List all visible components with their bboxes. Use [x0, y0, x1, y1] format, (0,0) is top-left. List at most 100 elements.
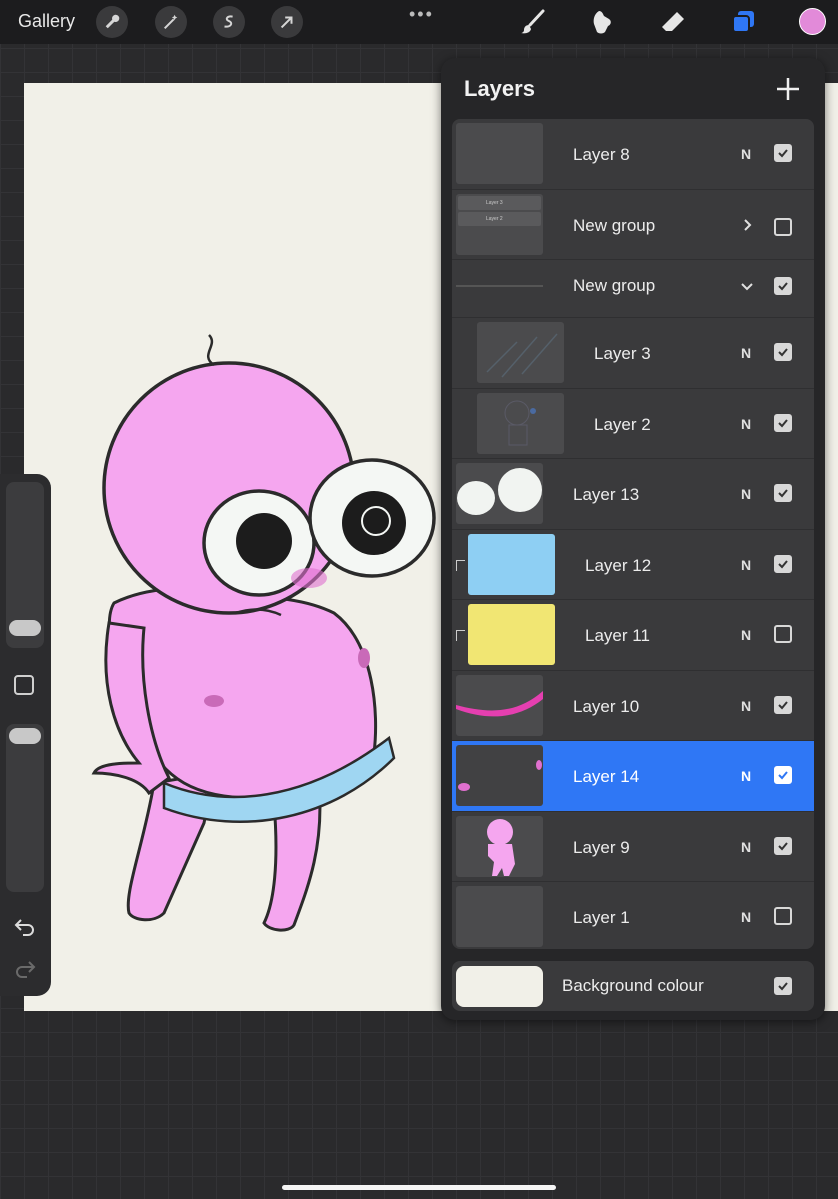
color-picker-button[interactable]	[799, 8, 826, 35]
layer-row[interactable]: Layer 1 N	[452, 882, 814, 949]
layer-thumbnail	[468, 604, 555, 665]
chevron-right-icon[interactable]	[740, 218, 754, 232]
visibility-checkbox[interactable]	[774, 277, 792, 295]
layer-name: Layer 1	[573, 908, 630, 927]
gallery-button[interactable]: Gallery	[18, 11, 75, 32]
visibility-checkbox[interactable]	[774, 977, 792, 995]
layer-name: Layer 2	[594, 414, 651, 434]
layer-row[interactable]: Layer 8 N	[452, 119, 814, 190]
silhouette-thumb	[487, 818, 515, 876]
chevron-down-icon[interactable]	[740, 279, 754, 293]
transform-button[interactable]	[271, 6, 303, 38]
sketch-figure-thumb	[504, 400, 536, 445]
visibility-checkbox[interactable]	[774, 413, 792, 432]
layer-thumbnail	[456, 674, 543, 736]
transform-arrow-icon	[280, 16, 293, 29]
blend-mode-button[interactable]: N	[741, 627, 751, 643]
blend-mode-button[interactable]: N	[741, 345, 751, 361]
background-swatch[interactable]	[456, 966, 543, 1007]
brush-size-thumb[interactable]	[9, 620, 41, 636]
blend-mode-button[interactable]: N	[741, 768, 751, 784]
group-thumb-row: Layer 3	[458, 195, 541, 210]
visibility-checkbox[interactable]	[774, 625, 792, 643]
layer-row[interactable]: Layer 2 N	[452, 389, 814, 459]
sketch-lines-thumb	[486, 333, 558, 378]
visibility-checkbox[interactable]	[774, 907, 792, 925]
check-icon	[778, 489, 788, 498]
layer-row[interactable]: Layer 9 N	[452, 812, 814, 882]
group-divider	[456, 285, 543, 287]
layer-name: Layer 13	[573, 485, 640, 504]
layer-thumbnail	[456, 123, 543, 184]
layer-thumbnail	[456, 463, 543, 524]
home-indicator[interactable]	[282, 1185, 556, 1190]
redo-icon[interactable]	[13, 956, 37, 980]
layer-thumbnail	[456, 815, 543, 877]
layers-icon	[732, 11, 754, 33]
blend-mode-button[interactable]: N	[741, 839, 751, 855]
group-row[interactable]: Layer 3 Layer 2 New group	[452, 190, 814, 260]
visibility-checkbox[interactable]	[774, 695, 792, 714]
layer-name: Layer 10	[573, 696, 640, 716]
stroke-thumb	[456, 690, 543, 716]
visibility-checkbox[interactable]	[774, 217, 792, 236]
visibility-checkbox[interactable]	[774, 766, 792, 784]
opacity-thumb[interactable]	[9, 728, 41, 744]
layer-row[interactable]: Layer 3 N	[452, 318, 814, 389]
more-menu[interactable]: •••	[409, 4, 434, 25]
layer-thumbnail	[456, 886, 543, 947]
eraser-icon	[662, 12, 684, 31]
layer-row[interactable]: Layer 13 N	[452, 459, 814, 530]
layer-list: Layer 8 N Layer 3 Layer 2 New group New …	[452, 119, 814, 949]
check-icon	[778, 418, 788, 427]
layer-thumbnail	[477, 322, 564, 383]
blend-mode-button[interactable]: N	[741, 146, 751, 162]
eraser-button[interactable]	[659, 8, 687, 36]
visibility-checkbox[interactable]	[774, 144, 792, 162]
layer-thumbnail	[477, 392, 564, 454]
layer-name: Layer 12	[585, 555, 652, 575]
blend-mode-button[interactable]: N	[741, 557, 751, 573]
visibility-checkbox[interactable]	[774, 554, 792, 573]
blend-mode-button[interactable]: N	[741, 698, 751, 714]
smudge-icon	[593, 11, 611, 34]
actions-wrench-button[interactable]	[96, 6, 128, 38]
visibility-checkbox[interactable]	[774, 484, 792, 502]
blend-mode-button[interactable]: N	[741, 909, 751, 925]
check-icon	[778, 348, 788, 357]
magic-wand-icon	[163, 14, 178, 30]
brush-size-slider[interactable]	[6, 482, 44, 648]
check-icon	[778, 559, 788, 568]
layer-name: Layer 11	[585, 626, 650, 645]
visibility-checkbox[interactable]	[774, 836, 792, 855]
layer-row-selected[interactable]: Layer 14 N	[452, 741, 814, 812]
group-row[interactable]: New group	[452, 260, 814, 318]
layer-thumbnail	[468, 533, 555, 595]
background-colour-row[interactable]: Background colour	[452, 961, 814, 1011]
layer-name: New group	[573, 215, 656, 235]
brush-button[interactable]	[518, 8, 546, 36]
layer-name: Layer 14	[573, 767, 640, 786]
adjustments-button[interactable]	[155, 6, 187, 38]
selection-button[interactable]	[213, 6, 245, 38]
smudge-button[interactable]	[589, 8, 617, 36]
group-thumbnail: Layer 3 Layer 2	[456, 193, 543, 255]
layer-row[interactable]: Layer 10 N	[452, 671, 814, 741]
opacity-slider[interactable]	[6, 724, 44, 892]
eyes-thumb	[457, 468, 542, 515]
undo-icon[interactable]	[13, 914, 37, 938]
layer-thumbnail	[456, 745, 543, 806]
brush-icon	[521, 9, 545, 34]
layer-name: New group	[573, 276, 656, 295]
layers-button[interactable]	[729, 8, 757, 36]
modify-button[interactable]	[14, 675, 34, 695]
layer-row[interactable]: Layer 11 N	[452, 600, 814, 671]
add-layer-icon[interactable]	[775, 76, 801, 102]
blend-mode-button[interactable]: N	[741, 416, 751, 432]
blend-mode-button[interactable]: N	[741, 486, 751, 502]
layer-row[interactable]: Layer 12 N	[452, 530, 814, 600]
layer-name: Layer 3	[594, 344, 651, 363]
layer-name: Layer 8	[573, 145, 630, 164]
visibility-checkbox[interactable]	[774, 343, 792, 361]
background-label: Background colour	[562, 976, 704, 995]
